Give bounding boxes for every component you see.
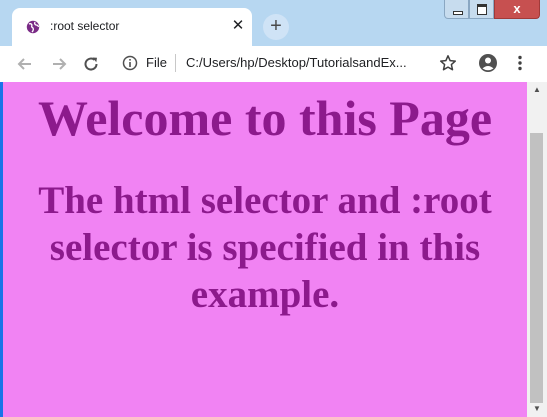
scroll-down-arrow-icon[interactable]: ▼: [527, 401, 547, 417]
profile-icon[interactable]: [478, 53, 498, 73]
address-bar-url[interactable]: C:/Users/hp/Desktop/TutorialsandEx...: [186, 55, 407, 70]
omnibox-separator: [175, 54, 176, 72]
minimize-button[interactable]: [444, 0, 469, 19]
menu-icon[interactable]: [514, 54, 526, 72]
vertical-scrollbar[interactable]: ▲ ▼: [527, 82, 547, 417]
window-close-button[interactable]: x: [494, 0, 540, 19]
globe-icon: [26, 20, 40, 34]
maximize-button[interactable]: [469, 0, 494, 19]
back-arrow-icon[interactable]: [16, 55, 34, 73]
minimize-icon: [453, 11, 463, 15]
browser-titlebar: :root selector ✕ + x: [0, 0, 547, 46]
close-window-icon: x: [513, 1, 521, 16]
page-viewport: Welcome to this Page The html selector a…: [0, 82, 527, 417]
page-content: Welcome to this Page The html selector a…: [3, 82, 527, 318]
forward-arrow-icon[interactable]: [50, 55, 68, 73]
star-icon[interactable]: [439, 54, 457, 72]
new-tab-button[interactable]: +: [263, 14, 289, 40]
scroll-up-arrow-icon[interactable]: ▲: [527, 82, 547, 98]
browser-toolbar: File C:/Users/hp/Desktop/TutorialsandEx.…: [0, 46, 547, 82]
info-icon[interactable]: [122, 55, 138, 71]
reload-icon[interactable]: [82, 55, 100, 73]
tab-root-selector[interactable]: :root selector ✕: [12, 8, 252, 46]
page-subheading: The html selector and :root selector is …: [38, 179, 492, 316]
maximize-icon: [477, 4, 487, 15]
omnibox-scheme-label: File: [146, 55, 167, 70]
close-tab-icon[interactable]: ✕: [230, 16, 246, 36]
scrollbar-thumb[interactable]: [530, 133, 543, 403]
tab-title: :root selector: [50, 19, 120, 33]
page-heading: Welcome to this Page: [37, 90, 493, 146]
